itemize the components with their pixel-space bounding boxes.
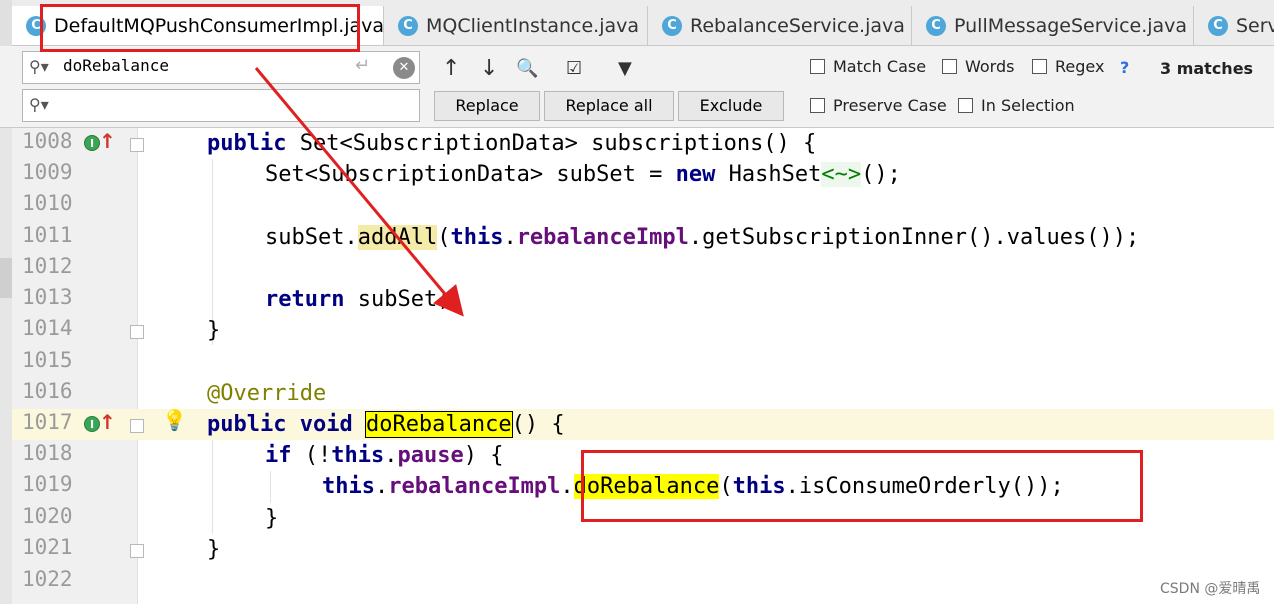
regex-label: Regex [1055,57,1105,76]
annotation-box-call [581,450,1143,522]
select-all-occurrences-icon[interactable]: ☑ [566,58,582,79]
line-number: 1011 [22,223,73,247]
checkbox-box[interactable] [810,59,825,74]
line-number: 1019 [22,472,73,496]
code-line: 1015 [0,347,1274,378]
checkbox-box[interactable] [958,98,973,113]
words-label: Words [965,57,1015,76]
code-line: 1022 [0,566,1274,597]
enter-icon[interactable]: ↵ [355,55,370,76]
code-text: public Set<SubscriptionData> subscriptio… [207,131,817,156]
search-icon[interactable]: ⚲▾ [29,95,49,114]
code-text: Set<SubscriptionData> subSet = new HashS… [265,162,901,187]
code-text: subSet.addAll(this.rebalanceImpl.getSubs… [265,225,1140,250]
next-occurrence-icon[interactable]: ↓ [480,56,498,81]
tab-bar-edge [0,0,12,46]
line-number: 1014 [22,316,73,340]
code-line: 1013 return subSet; [0,284,1274,315]
implements-method-icon[interactable]: I [84,416,100,432]
fold-marker-icon[interactable] [130,325,144,339]
tab-label: MQClientInstance.java [426,14,640,37]
words-checkbox[interactable]: Words [942,57,1014,76]
implements-method-icon[interactable]: I [84,135,100,151]
java-class-icon: C [398,15,418,36]
code-text: return subSet; [265,287,451,312]
tab-serv[interactable]: C Serv [1194,6,1274,45]
preserve-case-checkbox[interactable]: Preserve Case [810,96,947,115]
tab-label: RebalanceService.java [690,14,905,37]
filter-icon[interactable]: ▼ [618,58,632,79]
code-line: 1016 @Override [0,378,1274,409]
watermark: CSDN @爱晴禹 [1160,581,1261,597]
tab-pull-message-service[interactable]: C PullMessageService.java × [912,6,1194,45]
code-line: 1008 I ↑ public Set<SubscriptionData> su… [0,128,1274,159]
java-class-icon: C [926,15,946,36]
regex-help-icon[interactable]: ? [1120,58,1129,77]
preserve-case-label: Preserve Case [833,96,947,115]
match-case-label: Match Case [833,57,927,76]
code-line: 1017 I ↑ 💡 public void doRebalance() { [0,408,1274,440]
line-number: 1009 [22,160,73,184]
find-all-icon[interactable]: 🔍 [516,58,538,79]
tab-label: PullMessageService.java [954,14,1188,37]
code-text: if (!this.pause) { [265,443,504,468]
line-number: 1022 [22,567,73,591]
go-to-super-icon[interactable]: ↑ [99,129,116,153]
line-number: 1018 [22,441,73,465]
tab-label: Serv [1236,14,1274,37]
line-number: 1015 [22,348,73,372]
find-replace-bar: ⚲▾ doRebalance ↵ ✕ ⚲▾ ↑ ↓ 🔍 ☑ ▼ Replace … [0,46,1274,128]
line-number: 1020 [22,504,73,528]
line-number: 1021 [22,535,73,559]
replace-button[interactable]: Replace [434,91,540,121]
lightbulb-icon[interactable]: 💡 [162,408,187,432]
code-line: 1009 Set<SubscriptionData> subSet = new … [0,159,1274,190]
code-text: @Override [207,381,327,406]
exclude-button[interactable]: Exclude [678,91,784,121]
annotation-box-tab [40,4,360,52]
code-line: 1011 subSet.addAll(this.rebalanceImpl.ge… [0,222,1274,253]
regex-checkbox[interactable]: Regex [1032,57,1104,76]
in-selection-checkbox[interactable]: In Selection [958,96,1075,115]
line-number: 1017 [22,410,73,434]
java-class-icon: C [662,15,682,36]
checkbox-box[interactable] [810,98,825,113]
code-editor[interactable]: 1008 I ↑ public Set<SubscriptionData> su… [0,128,1274,604]
line-number: 1013 [22,285,73,309]
previous-occurrence-icon[interactable]: ↑ [442,56,460,81]
line-number: 1016 [22,379,73,403]
search-input[interactable]: ⚲▾ doRebalance ↵ ✕ [22,51,420,84]
java-class-icon: C [1208,15,1228,36]
tab-rebalance-service[interactable]: C RebalanceService.java × [648,6,912,45]
search-input-value: doRebalance [63,56,169,75]
clear-icon[interactable]: ✕ [393,57,415,79]
match-count: 3 matches [1160,59,1254,78]
replace-all-button[interactable]: Replace all [544,91,674,121]
checkbox-box[interactable] [942,59,957,74]
code-line: 1014 } [0,315,1274,346]
code-line: 1012 [0,253,1274,284]
fold-marker-icon[interactable] [130,138,144,152]
replace-input[interactable]: ⚲▾ [22,89,420,122]
search-icon[interactable]: ⚲▾ [29,57,49,76]
fold-marker-icon[interactable] [130,419,144,433]
fold-marker-icon[interactable] [130,544,144,558]
code-line: 1010 [0,190,1274,221]
go-to-super-icon[interactable]: ↑ [99,410,116,434]
code-text: } [265,506,279,531]
line-number: 1010 [22,191,73,215]
line-number: 1008 [22,129,73,153]
code-text: public void doRebalance() { [207,411,565,438]
code-text: } [207,318,221,343]
code-line: 1021 } [0,534,1274,565]
tab-mq-client-instance[interactable]: C MQClientInstance.java × [384,6,648,45]
line-number: 1012 [22,254,73,278]
checkbox-box[interactable] [1032,59,1047,74]
in-selection-label: In Selection [981,96,1075,115]
code-text: } [207,537,221,562]
match-case-checkbox[interactable]: Match Case [810,57,926,76]
